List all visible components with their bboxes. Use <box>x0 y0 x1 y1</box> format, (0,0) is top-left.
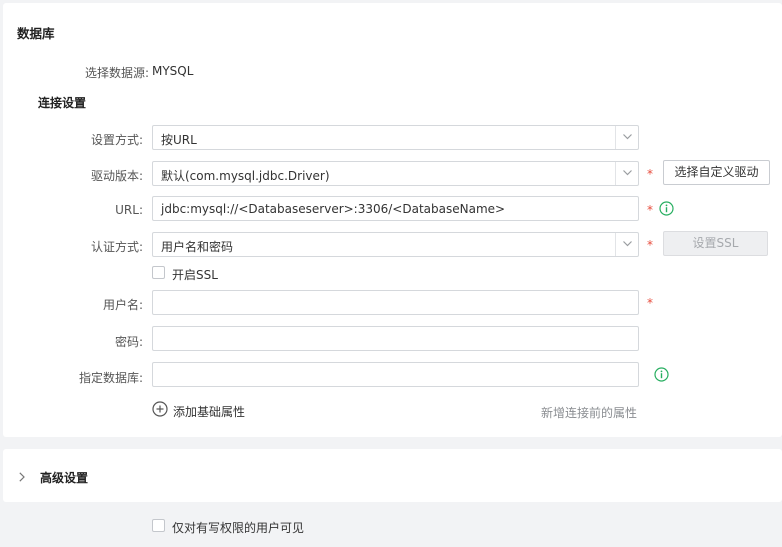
chevron-down-icon[interactable] <box>615 126 638 149</box>
password-input[interactable] <box>152 326 639 351</box>
username-required-mark: * <box>647 296 653 310</box>
ssl-checkbox-label: 开启SSL <box>172 268 218 282</box>
driver-select-value: 默认(com.mysql.jdbc.Driver) <box>161 169 330 183</box>
specify-db-input[interactable] <box>152 362 639 387</box>
chevron-down-icon[interactable] <box>615 233 638 256</box>
chevron-right-icon[interactable] <box>19 471 25 485</box>
advanced-settings-title: 高级设置 <box>40 471 89 485</box>
url-label: URL: <box>115 203 143 217</box>
advanced-settings-panel[interactable]: 高级设置 <box>3 449 782 502</box>
driver-label: 驱动版本: <box>90 169 143 183</box>
driver-required-mark: * <box>647 167 653 181</box>
method-label: 设置方式: <box>90 133 143 147</box>
info-icon[interactable] <box>659 201 674 219</box>
connection-section-title: 连接设置 <box>38 96 87 110</box>
username-input[interactable] <box>152 290 639 315</box>
username-label: 用户名: <box>102 298 143 312</box>
plus-circle-icon <box>152 401 168 420</box>
method-select[interactable]: 按URL <box>152 125 639 150</box>
auth-select-value: 用户名和密码 <box>161 240 234 254</box>
info-icon[interactable] <box>654 367 669 385</box>
ssl-checkbox[interactable] <box>152 266 165 279</box>
add-property-label: 添加基础属性 <box>173 405 246 419</box>
auth-select[interactable]: 用户名和密码 <box>152 232 639 257</box>
auth-label: 认证方式: <box>90 240 143 254</box>
write-only-label: 仅对有写权限的用户可见 <box>172 521 305 535</box>
auth-required-mark: * <box>647 238 653 252</box>
password-label: 密码: <box>114 335 143 349</box>
ssl-settings-button[interactable]: 设置SSL <box>663 231 768 256</box>
chevron-down-icon[interactable] <box>615 162 638 185</box>
datasource-label: 选择数据源: <box>84 66 149 80</box>
url-input-value: jdbc:mysql://<Databaseserver>:3306/<Data… <box>161 202 506 216</box>
specify-db-label: 指定数据库: <box>78 371 143 385</box>
new-pre-connect-property-link[interactable]: 新增连接前的属性 <box>541 404 637 421</box>
url-input[interactable]: jdbc:mysql://<Databaseserver>:3306/<Data… <box>152 196 639 221</box>
datasource-value: MYSQL <box>152 64 194 78</box>
custom-driver-button[interactable]: 选择自定义驱动 <box>663 160 770 185</box>
driver-select[interactable]: 默认(com.mysql.jdbc.Driver) <box>152 161 639 186</box>
write-only-checkbox[interactable] <box>152 519 165 532</box>
method-select-value: 按URL <box>161 133 197 147</box>
database-card: 数据库 选择数据源: MYSQL 连接设置 设置方式: 按URL 驱动版本: 默… <box>3 3 782 437</box>
database-section-title: 数据库 <box>17 26 55 41</box>
url-required-mark: * <box>647 203 653 217</box>
